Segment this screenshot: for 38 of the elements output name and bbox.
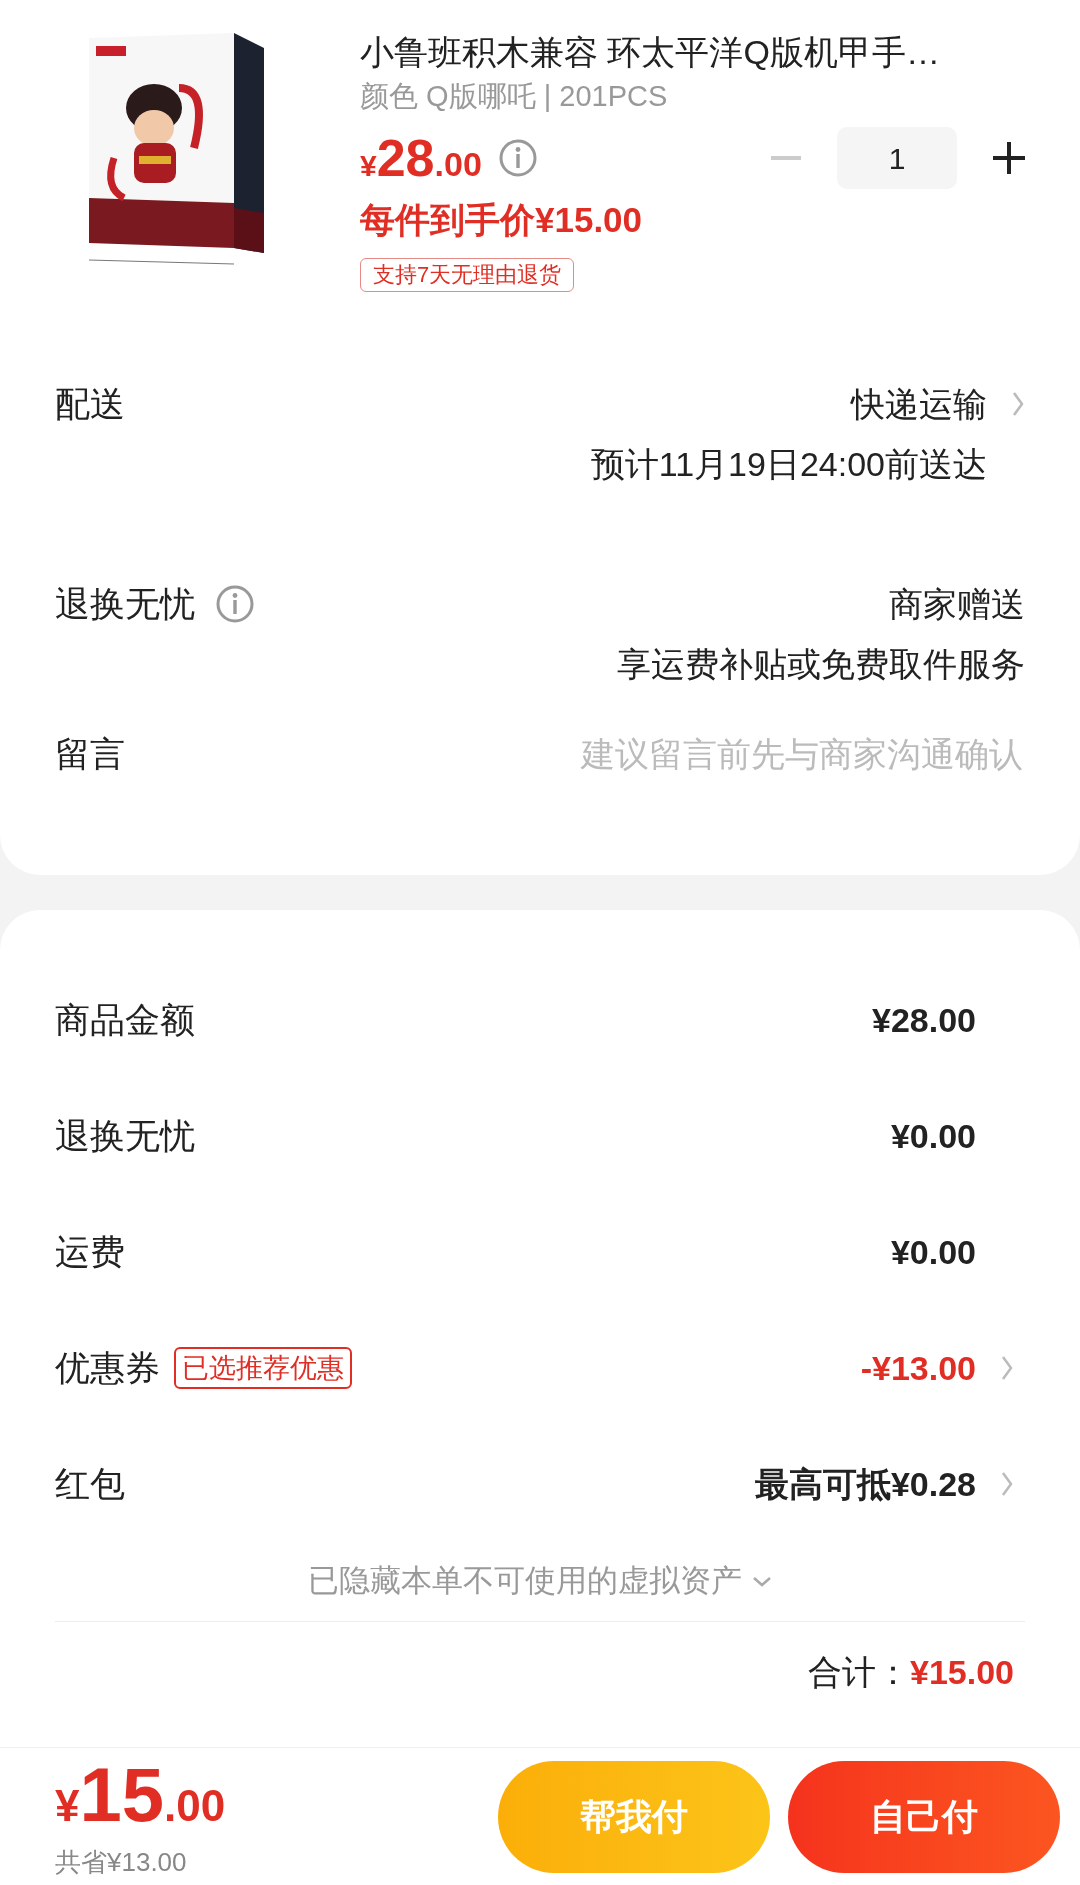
option-label: 退换无忧	[55, 583, 195, 625]
plus-icon[interactable]	[993, 142, 1025, 174]
coupon-tag: 已选推荐优惠	[174, 1347, 352, 1389]
summary-label: 优惠券	[55, 1346, 160, 1389]
summary-label: 商品金额	[55, 998, 195, 1041]
summary-label: 退换无忧	[55, 1114, 195, 1157]
final-price: 每件到手价¥15.00	[360, 199, 644, 241]
summary-value: 最高可抵¥0.28	[754, 1463, 976, 1505]
option-label: 配送	[55, 383, 125, 425]
message-input-field[interactable]: 建议留言前先与商家沟通确认	[165, 730, 1025, 778]
chevron-right-icon[interactable]	[1000, 1470, 1014, 1498]
product-title: 小鲁班积木兼容 环太平洋Q版机甲手…	[360, 32, 941, 73]
delivery-detail: 享运费补贴或免费取件服务	[617, 644, 1025, 685]
summary-value: ¥0.00	[890, 1231, 976, 1273]
info-icon[interactable]	[215, 584, 255, 624]
chevron-down-icon[interactable]	[752, 1575, 772, 1588]
option-label: 留言	[55, 733, 125, 775]
savings-text: 共省¥13.00	[55, 1846, 188, 1878]
chevron-right-icon[interactable]	[1000, 1354, 1014, 1382]
pay-amount: ¥15.00	[55, 1755, 226, 1839]
hidden-assets-note[interactable]: 已隐藏本单不可使用的虚拟资产	[308, 1558, 742, 1605]
summary-value: ¥28.00	[872, 999, 976, 1041]
option-value: 商家赠送	[889, 584, 1025, 625]
summary-value: -¥13.00	[860, 1347, 976, 1389]
summary-label: 运费	[55, 1230, 125, 1273]
return-policy-tag: 支持7天无理由退货	[360, 258, 575, 292]
total-label: 合计：	[808, 1651, 910, 1693]
product-spec: 颜色 Q版哪吒 | 201PCS	[360, 79, 669, 114]
pay-myself-button[interactable]: 自己付	[788, 1760, 1060, 1873]
quantity-field[interactable]: 1	[837, 127, 957, 189]
option-value: 快递运输	[851, 384, 987, 425]
delivery-detail: 预计11月19日24:00前送达	[590, 444, 987, 485]
info-icon[interactable]	[497, 138, 538, 178]
product-price: ¥28.00	[360, 128, 482, 189]
total-value: ¥15.00	[910, 1651, 1014, 1693]
summary-value: ¥0.00	[890, 1115, 976, 1157]
summary-label: 红包	[55, 1462, 125, 1505]
chevron-right-icon[interactable]	[1011, 390, 1025, 418]
